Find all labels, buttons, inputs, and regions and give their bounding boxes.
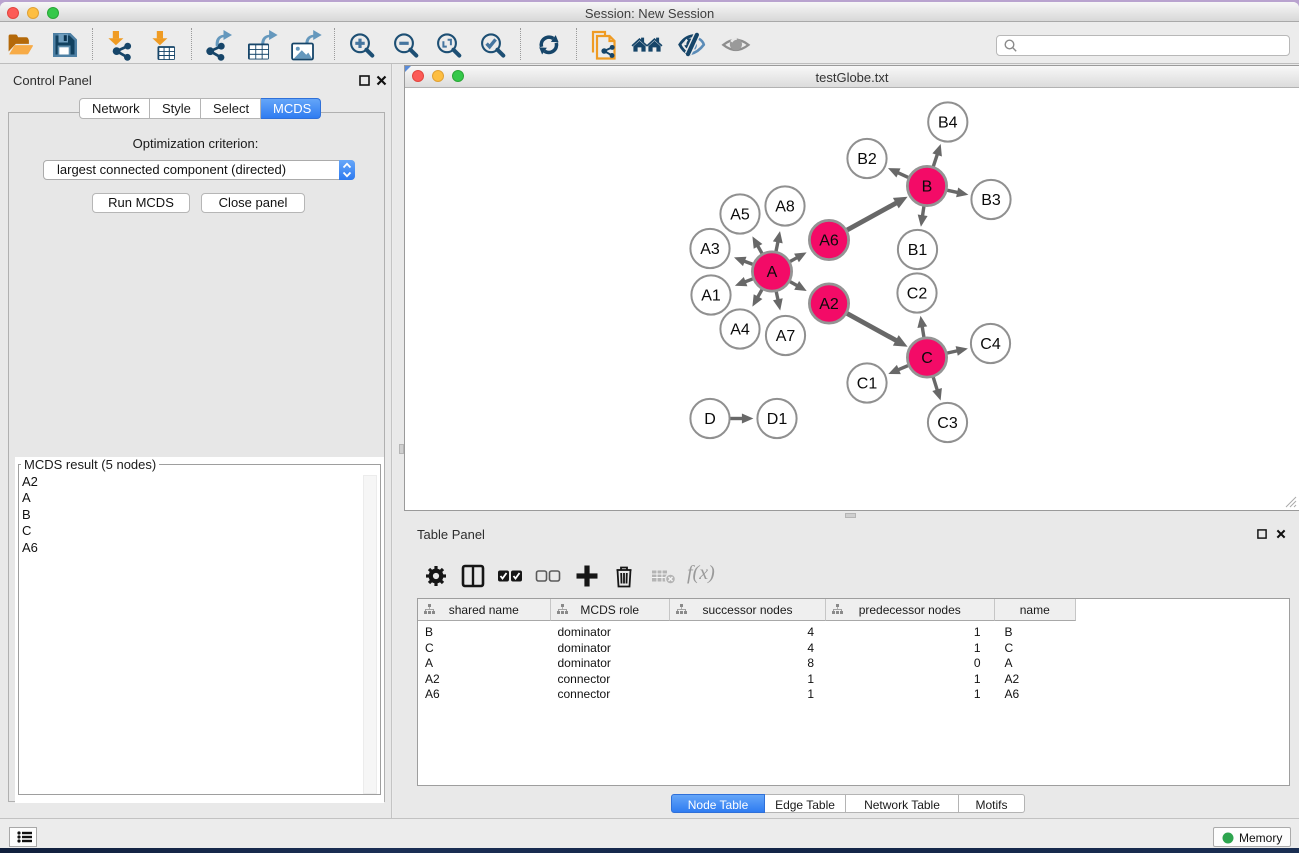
svg-text:B2: B2	[857, 151, 877, 168]
svg-text:A2: A2	[819, 296, 839, 313]
svg-text:A3: A3	[700, 241, 720, 258]
svg-text:C3: C3	[937, 415, 958, 432]
svg-text:A5: A5	[730, 207, 750, 224]
svg-text:A7: A7	[776, 328, 796, 345]
svg-text:C: C	[921, 350, 933, 367]
svg-text:A1: A1	[701, 288, 721, 305]
svg-text:B3: B3	[981, 192, 1001, 209]
svg-text:B1: B1	[908, 242, 928, 259]
svg-text:B4: B4	[938, 115, 958, 132]
svg-text:A4: A4	[730, 322, 750, 339]
svg-text:C4: C4	[980, 336, 1001, 353]
svg-text:A8: A8	[775, 199, 795, 216]
svg-text:D1: D1	[767, 411, 788, 428]
svg-text:A6: A6	[819, 233, 839, 250]
svg-text:A: A	[767, 264, 778, 281]
svg-text:C2: C2	[907, 286, 928, 303]
svg-text:C1: C1	[857, 376, 878, 393]
svg-text:D: D	[704, 411, 716, 428]
svg-text:B: B	[922, 179, 933, 196]
